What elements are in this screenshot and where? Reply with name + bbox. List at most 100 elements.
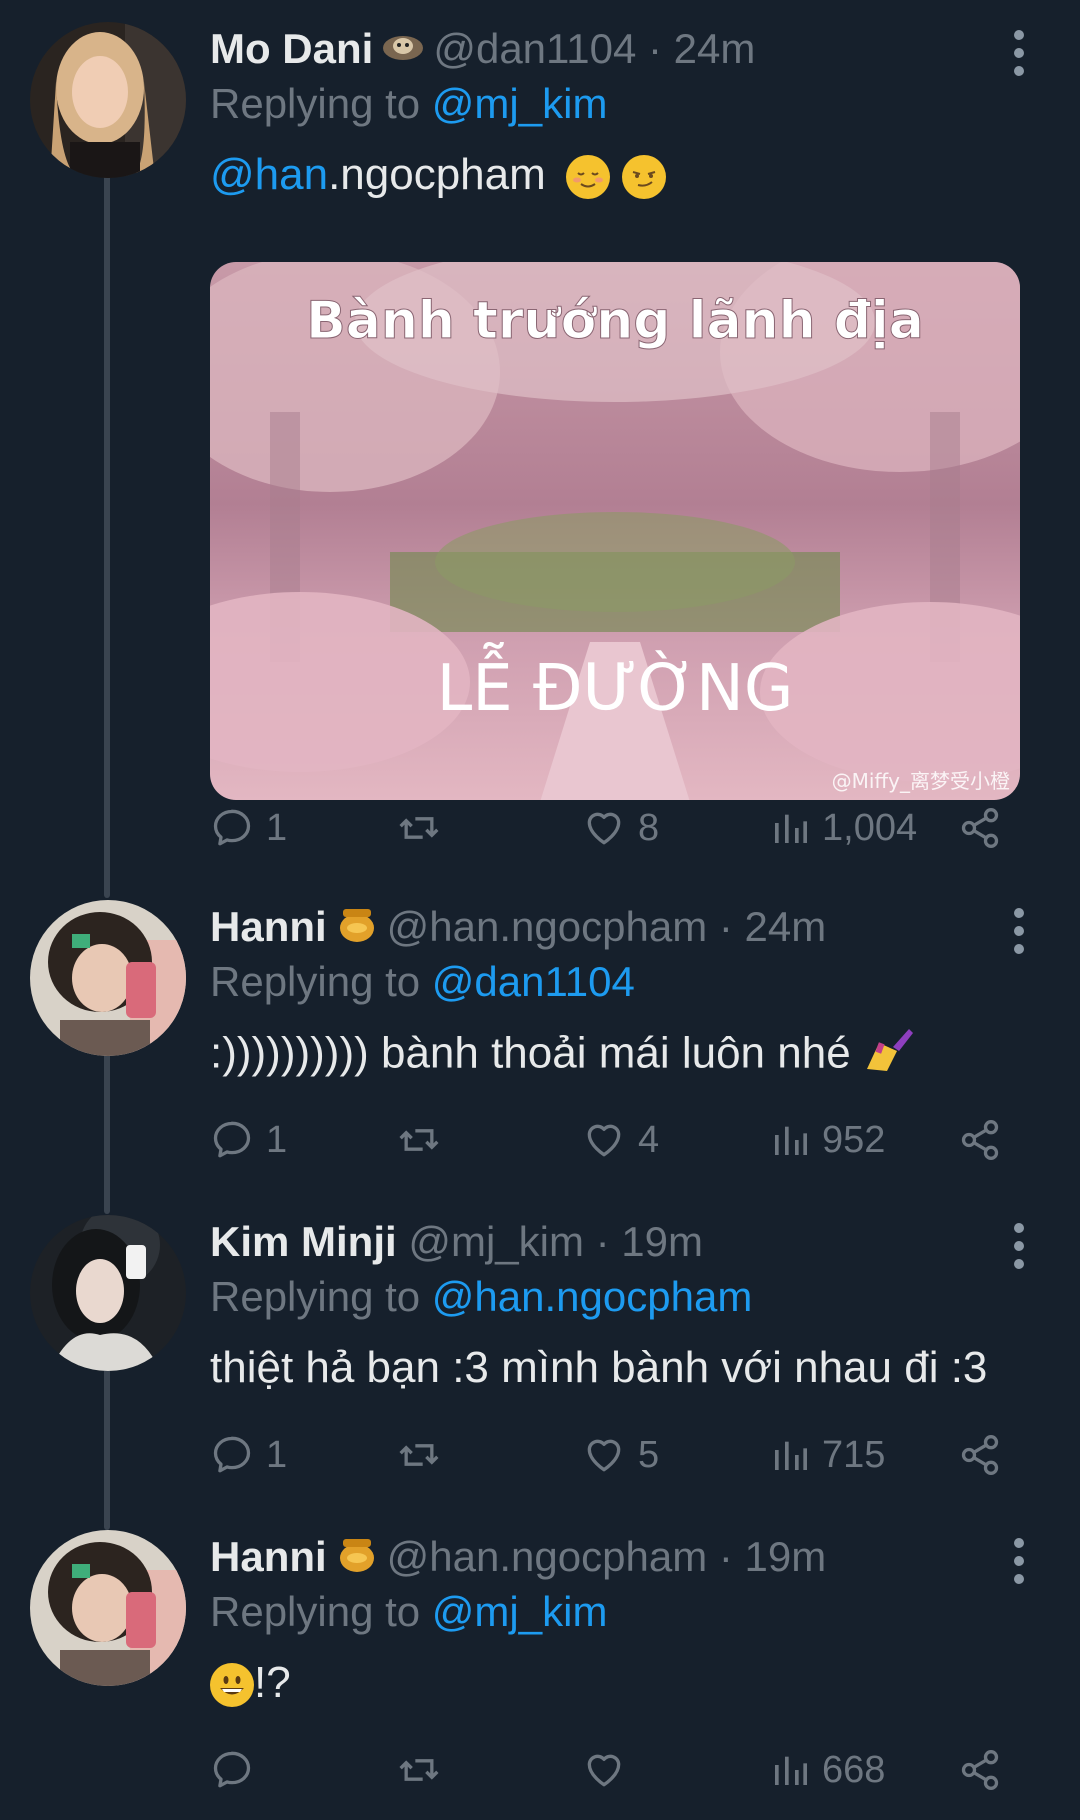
honey-pot-emoji-icon: [335, 1531, 379, 1588]
views-button[interactable]: 1,004: [770, 798, 917, 858]
image-caption-bottom: LỄ ĐƯỜNG: [437, 642, 794, 726]
tweet[interactable]: Kim Minji @mj_kim · 19m Replying to @han…: [0, 1215, 1080, 1515]
retweet-icon: [395, 1748, 443, 1792]
more-options-icon[interactable]: [1013, 30, 1025, 76]
reply-icon: [210, 1433, 254, 1477]
like-button[interactable]: 8: [582, 798, 659, 858]
sloth-emoji-icon: [381, 25, 425, 79]
views-count: 952: [822, 1118, 886, 1161]
replying-to-mention[interactable]: @dan1104: [432, 958, 635, 1005]
retweet-icon: [395, 1118, 443, 1162]
more-options-icon[interactable]: [1013, 1538, 1025, 1584]
like-button[interactable]: 5: [582, 1425, 659, 1485]
share-icon: [958, 1433, 1002, 1477]
tweet-text-content: thiệt hả bạn :3 mình bành với nhau đi :3: [210, 1343, 988, 1392]
retweet-button[interactable]: [395, 798, 443, 858]
image-caption-top: Bành trướng lãnh địa: [306, 291, 924, 351]
like-icon: [582, 1748, 626, 1792]
reply-count: 1: [266, 1433, 288, 1476]
avatar[interactable]: [30, 1530, 186, 1686]
retweet-icon: [395, 1433, 443, 1477]
replying-prefix: Replying to: [210, 80, 432, 127]
tweet-text: @han.ngocpham: [210, 147, 667, 203]
smirking-face-emoji-icon: [622, 155, 667, 200]
share-button[interactable]: [958, 798, 1002, 858]
avatar[interactable]: [30, 900, 186, 1056]
like-count: 4: [638, 1118, 660, 1161]
views-icon: [770, 808, 810, 848]
retweet-button[interactable]: [395, 1110, 443, 1170]
reply-button[interactable]: 1: [210, 798, 287, 858]
like-icon: [582, 806, 626, 850]
share-button[interactable]: [958, 1425, 1002, 1485]
relieved-face-emoji-icon: [566, 155, 611, 200]
reply-count: 1: [266, 806, 288, 849]
views-button[interactable]: 952: [770, 1110, 885, 1170]
views-button[interactable]: 668: [770, 1740, 885, 1800]
reply-button[interactable]: [210, 1740, 266, 1800]
views-icon: [770, 1120, 810, 1160]
share-icon: [958, 1118, 1002, 1162]
replying-to: Replying to @mj_kim: [210, 77, 607, 131]
like-icon: [582, 1433, 626, 1477]
tweet-mention[interactable]: @han: [210, 150, 328, 199]
handle-and-time: @dan1104 · 24m: [433, 25, 756, 72]
views-count: 1,004: [822, 806, 918, 849]
reply-button[interactable]: 1: [210, 1110, 287, 1170]
grinning-face-emoji-icon: [210, 1663, 254, 1708]
handle-and-time: @han.ngocpham · 24m: [386, 903, 827, 950]
retweet-icon: [395, 806, 443, 850]
more-options-icon[interactable]: [1013, 908, 1025, 954]
replying-prefix: Replying to: [210, 1273, 432, 1320]
image-watermark: @Miffy_离梦受小橙: [832, 769, 1010, 793]
tweet-text: !?: [210, 1655, 291, 1711]
honey-pot-emoji-icon: [335, 901, 379, 958]
tweet-text-content: !?: [254, 1658, 291, 1707]
reply-icon: [210, 806, 254, 850]
share-button[interactable]: [958, 1110, 1002, 1170]
tweet-image[interactable]: Bành trướng lãnh địa LỄ ĐƯỜNG @Miffy_离梦受…: [210, 262, 1020, 800]
tweet-text-content: :)))))))))) bành thoải mái luôn nhé: [210, 1028, 851, 1078]
tweet-text: :)))))))))) bành thoải mái luôn nhé: [210, 1025, 915, 1087]
share-icon: [958, 806, 1002, 850]
display-name[interactable]: Kim Minji: [210, 1218, 397, 1265]
tweet-actions: 1 8 1,004: [210, 798, 1010, 858]
replying-to-mention[interactable]: @mj_kim: [432, 1588, 608, 1635]
views-count: 715: [822, 1433, 886, 1476]
tweet[interactable]: Mo Dani @dan1104 · 24m Replying to @mj_ki…: [0, 22, 1080, 862]
replying-to: Replying to @dan1104: [210, 955, 635, 1009]
reply-count: 1: [266, 1118, 288, 1161]
replying-to: Replying to @mj_kim: [210, 1585, 607, 1639]
tweet[interactable]: Hanni @han.ngocpham · 24m Replying to @da…: [0, 900, 1080, 1200]
display-name[interactable]: Hanni: [210, 1533, 327, 1580]
more-options-icon[interactable]: [1013, 1223, 1025, 1269]
reply-icon: [210, 1118, 254, 1162]
share-button[interactable]: [958, 1740, 1002, 1800]
tweet-actions: 1 5 715: [210, 1425, 1010, 1485]
retweet-button[interactable]: [395, 1425, 443, 1485]
replying-prefix: Replying to: [210, 1588, 432, 1635]
tweet[interactable]: Hanni @han.ngocpham · 19m Replying to @mj…: [0, 1530, 1080, 1820]
replying-to: Replying to @han.ngocpham: [210, 1270, 752, 1324]
nail-polish-emoji-icon: [863, 1025, 915, 1087]
views-button[interactable]: 715: [770, 1425, 885, 1485]
display-name[interactable]: Mo Dani: [210, 25, 373, 72]
tweet-actions: 668: [210, 1740, 1010, 1800]
reply-button[interactable]: 1: [210, 1425, 287, 1485]
replying-to-mention[interactable]: @mj_kim: [432, 80, 608, 127]
tweet-text-rest: .ngocpham: [328, 150, 546, 199]
reply-icon: [210, 1748, 254, 1792]
like-button[interactable]: 4: [582, 1110, 659, 1170]
replying-to-mention[interactable]: @han.ngocpham: [432, 1273, 753, 1320]
handle-and-time: @han.ngocpham · 19m: [386, 1533, 827, 1580]
like-icon: [582, 1118, 626, 1162]
display-name[interactable]: Hanni: [210, 903, 327, 950]
like-count: 5: [638, 1433, 660, 1476]
tweet-text: thiệt hả bạn :3 mình bành với nhau đi :3: [210, 1340, 987, 1396]
like-button[interactable]: [582, 1740, 638, 1800]
retweet-button[interactable]: [395, 1740, 443, 1800]
tweet-actions: 1 4 952: [210, 1110, 1010, 1170]
like-count: 8: [638, 806, 660, 849]
avatar[interactable]: [30, 22, 186, 178]
avatar[interactable]: [30, 1215, 186, 1371]
